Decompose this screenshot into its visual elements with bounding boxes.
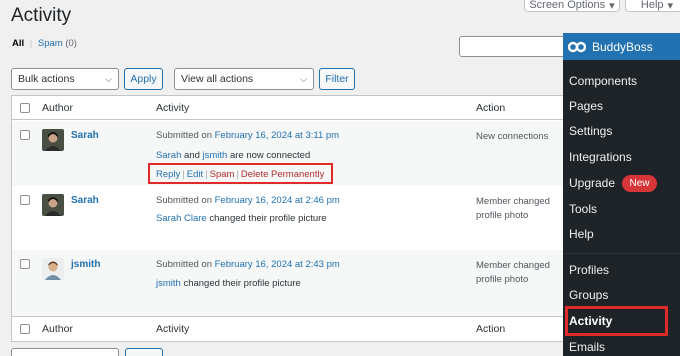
column-action: Action <box>476 101 506 114</box>
column-activity: Activity <box>156 101 190 114</box>
menu-item-integrations[interactable]: Integrations <box>569 150 632 164</box>
row-checkbox[interactable] <box>20 195 30 205</box>
chevron-down-icon: ⌵ <box>300 73 307 84</box>
new-badge: New <box>622 175 657 192</box>
activity-menu-highlight <box>565 306 668 336</box>
page-title: Activity <box>11 5 72 26</box>
apply-button[interactable]: Apply <box>124 68 163 90</box>
table-footer: Author Activity Action <box>12 316 570 340</box>
menu-item-upgrade[interactable]: Upgrade <box>569 176 615 190</box>
filter-all-link[interactable]: All <box>12 38 24 49</box>
user-link[interactable]: Sarah Clare <box>156 213 207 224</box>
apply-button-bottom[interactable] <box>125 348 163 356</box>
chevron-down-icon: ⌵ <box>105 73 112 84</box>
chevron-down-icon: ▾ <box>667 0 674 12</box>
table-row: jsmith Submitted on February 16, 2024 at… <box>12 250 570 316</box>
row-checkbox[interactable] <box>20 130 30 140</box>
submitted-prefix: Submitted on <box>156 259 212 270</box>
menu-item-tools[interactable]: Tools <box>569 202 597 216</box>
help-label: Help <box>640 0 664 11</box>
help-tab[interactable]: Help ▾ <box>625 0 680 12</box>
bulk-actions-select-bottom[interactable] <box>11 348 119 356</box>
filter-spam-link[interactable]: Spam <box>38 38 63 49</box>
menu-item-settings[interactable]: Settings <box>569 124 612 138</box>
table-row: Sarah Submitted on February 16, 2024 at … <box>12 186 570 250</box>
menu-item-emails[interactable]: Emails <box>569 340 605 354</box>
user-link[interactable]: jsmith <box>203 150 228 161</box>
row-checkbox[interactable] <box>20 259 30 269</box>
activity-date-link[interactable]: February 16, 2024 at 3:11 pm <box>215 130 339 141</box>
menu-item-help[interactable]: Help <box>569 227 594 241</box>
bulk-actions-label: Bulk actions <box>18 73 75 85</box>
activity-meta: Submitted on February 16, 2024 at 2:46 p… <box>156 195 340 206</box>
submitted-prefix: Submitted on <box>156 195 212 206</box>
buddyboss-logo-icon <box>568 38 586 56</box>
status-filter-links: All | Spam (0) <box>12 38 77 49</box>
content-text: changed their profile picture <box>183 278 301 289</box>
column-author[interactable]: Author <box>42 323 73 335</box>
select-all-checkbox[interactable] <box>20 323 30 334</box>
chevron-down-icon: ▾ <box>609 0 615 12</box>
submitted-prefix: Submitted on <box>156 130 212 141</box>
buddyboss-menu-header[interactable]: BuddyBoss <box>563 33 680 60</box>
activity-date-link[interactable]: February 16, 2024 at 2:43 pm <box>215 259 340 270</box>
content-text: changed their profile picture <box>209 213 327 224</box>
buddyboss-title: BuddyBoss <box>592 39 653 54</box>
menu-item-profiles[interactable]: Profiles <box>569 263 609 277</box>
action-type: Member changed profile photo <box>476 260 550 285</box>
row-actions-highlight <box>148 163 333 184</box>
screen-options-label: Screen Options <box>529 0 606 11</box>
menu-item-pages[interactable]: Pages <box>569 99 603 113</box>
activity-content: Sarah Clare changed their profile pictur… <box>156 213 327 224</box>
avatar <box>42 129 64 151</box>
user-link[interactable]: jsmith <box>156 278 181 289</box>
user-link[interactable]: Sarah <box>156 150 181 161</box>
column-activity: Activity <box>156 322 190 335</box>
activity-content: jsmith changed their profile picture <box>156 278 301 289</box>
menu-item-groups[interactable]: Groups <box>569 288 608 302</box>
action-type: New connections <box>476 131 549 142</box>
activity-content: Sarah and jsmith are now connected <box>156 150 310 161</box>
column-author[interactable]: Author <box>42 102 73 114</box>
bulk-actions-select[interactable]: Bulk actions ⌵ <box>11 68 119 90</box>
menu-divider <box>563 253 680 254</box>
avatar <box>42 194 64 216</box>
screen-options-tab[interactable]: Screen Options ▾ <box>524 0 620 12</box>
search-input[interactable] <box>459 36 579 57</box>
view-actions-label: View all actions <box>181 73 254 85</box>
action-type: Member changed profile photo <box>476 196 550 221</box>
content-text: are now connected <box>229 150 311 161</box>
avatar <box>42 258 64 280</box>
author-link[interactable]: Sarah <box>71 130 99 141</box>
author-link[interactable]: Sarah <box>71 195 99 206</box>
activity-date-link[interactable]: February 16, 2024 at 2:46 pm <box>215 195 340 206</box>
filter-button[interactable]: Filter <box>319 68 355 90</box>
activity-meta: Submitted on February 16, 2024 at 3:11 p… <box>156 130 339 141</box>
activity-meta: Submitted on February 16, 2024 at 2:43 p… <box>156 259 340 270</box>
column-action: Action <box>476 322 506 335</box>
author-link[interactable]: jsmith <box>71 259 100 270</box>
filter-separator: | <box>29 38 33 49</box>
select-all-checkbox[interactable] <box>20 102 30 113</box>
activity-table: Author Activity Action Sarah Submitted o… <box>11 95 571 342</box>
content-text: and <box>184 150 200 161</box>
view-actions-select[interactable]: View all actions ⌵ <box>174 68 314 90</box>
spam-count: (0) <box>65 38 77 49</box>
table-header: Author Activity Action <box>12 96 570 120</box>
menu-item-components[interactable]: Components <box>569 74 637 88</box>
